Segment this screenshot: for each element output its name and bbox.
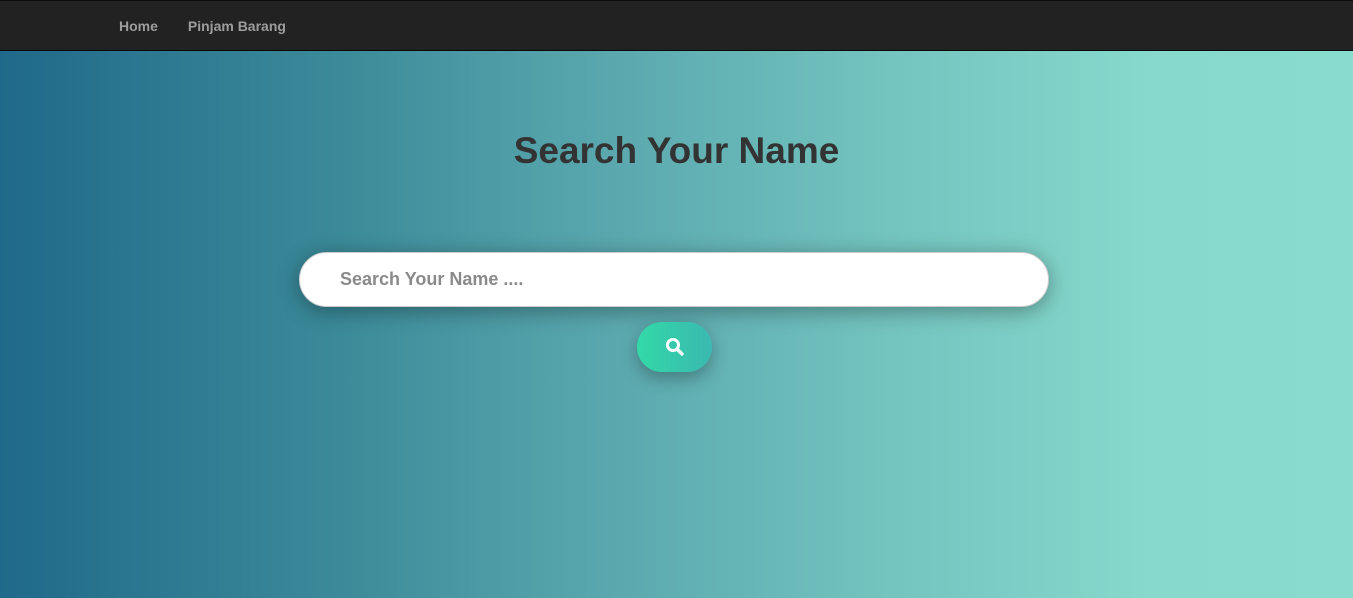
hero-section: Search Your Name [0,51,1353,598]
navbar: Home Pinjam Barang [0,0,1353,51]
nav-list: Home Pinjam Barang [104,1,301,51]
search-input[interactable] [299,252,1049,307]
nav-item-home[interactable]: Home [104,1,173,51]
search-button[interactable] [637,322,712,372]
page-title: Search Your Name [513,130,840,171]
search-icon [665,337,685,357]
nav-item-pinjam-barang[interactable]: Pinjam Barang [173,1,301,51]
